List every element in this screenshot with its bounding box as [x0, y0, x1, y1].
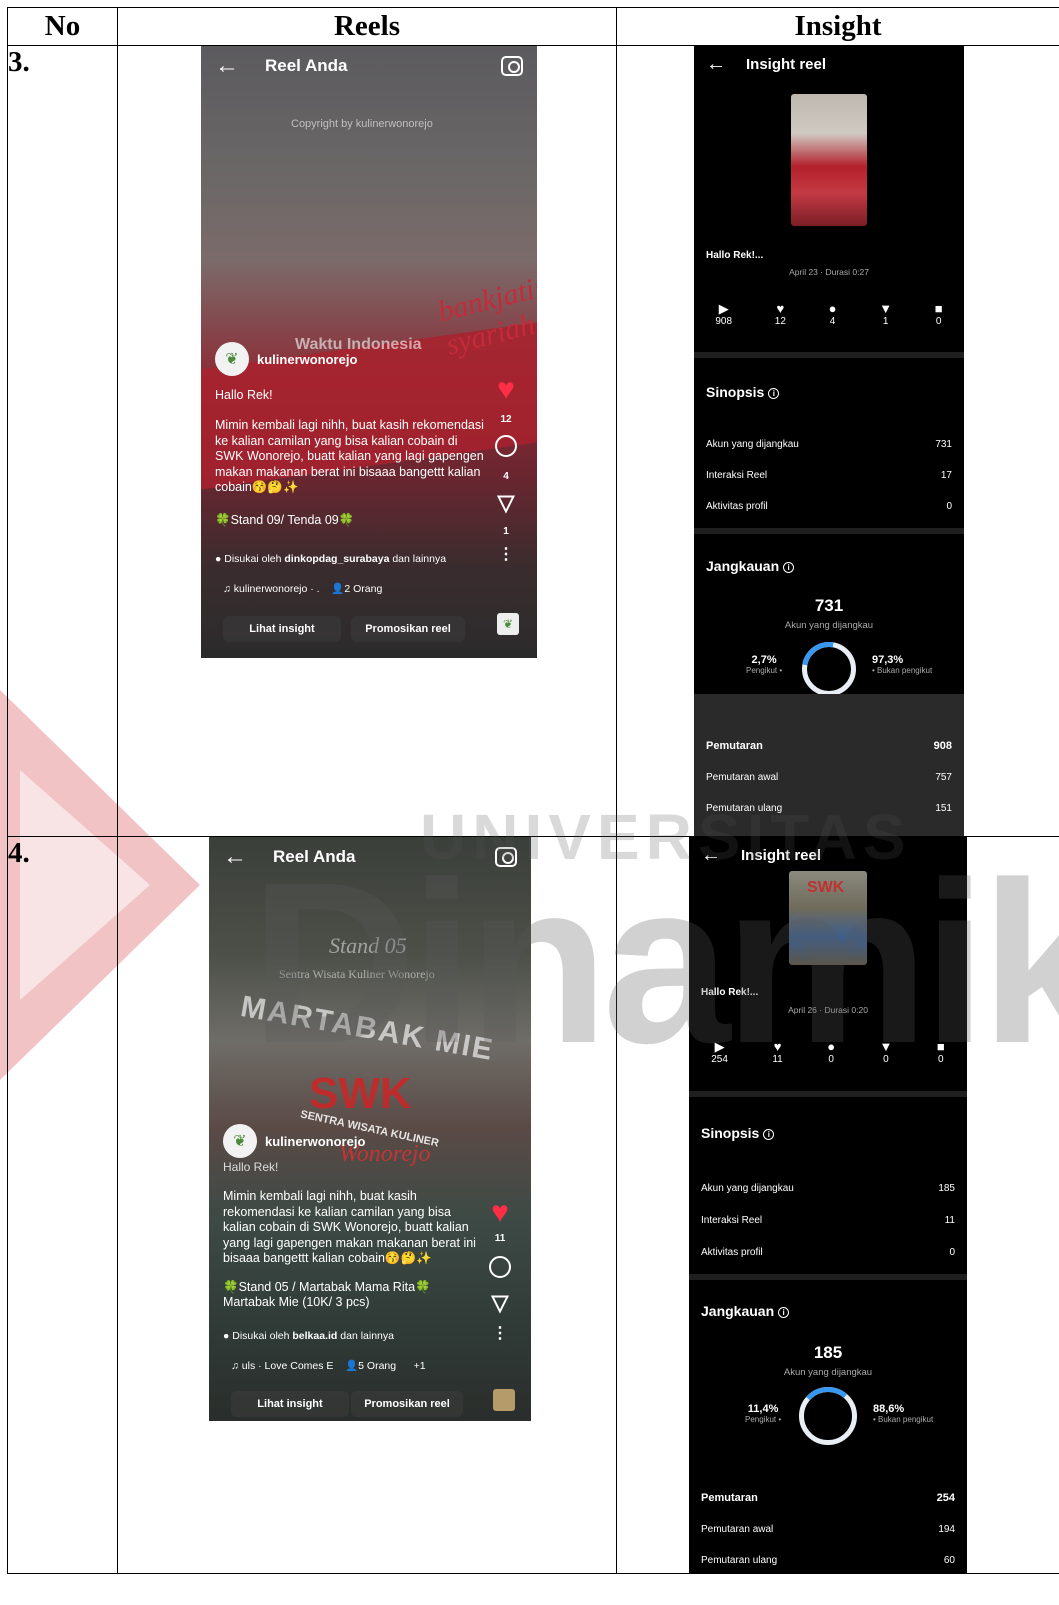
camera-icon[interactable] — [501, 56, 523, 76]
send-icon: ▼ — [879, 301, 893, 316]
audio-row[interactable]: ♫ kulinerwonorejo · . 👤2 Orang — [223, 582, 382, 598]
plays-row: Pemutaran 254 — [701, 1492, 955, 1504]
stand-text: 🍀Stand 05 / Martabak Mama Rita🍀 — [223, 1280, 431, 1294]
jangkauan-title: Jangkauan i — [701, 1303, 790, 1319]
plays-initial-row: Pemutaran awal 194 — [701, 1524, 955, 1535]
plays-replay-row: Pemutaran ulang 60 — [701, 1555, 955, 1566]
comments-count: 4 — [829, 316, 836, 327]
header-no: No — [7, 7, 118, 46]
reach-label: Akun yang dijangkau — [783, 1367, 873, 1378]
more-icon[interactable]: ⋮ — [492, 1326, 508, 1342]
stand-text: 🍀Stand 09/ Tenda 09🍀 — [215, 513, 355, 527]
sinopsis-row: Interaksi Reel 11 — [701, 1215, 955, 1226]
audio-thumb-icon[interactable] — [493, 1389, 515, 1411]
sinopsis-title: Sinopsis i — [706, 384, 780, 400]
info-icon: i — [778, 1307, 790, 1318]
avatar: ❦ — [215, 342, 249, 376]
follower-pct: 11,4% Pengikut • — [745, 1403, 782, 1424]
info-icon: i — [768, 388, 780, 399]
back-arrow-icon[interactable]: ← — [706, 53, 726, 76]
caption-heading: Hallo Rek! — [215, 388, 273, 402]
view-insight-button[interactable]: Lihat insight — [231, 1391, 349, 1417]
sinopsis-row: Aktivitas profil 0 — [706, 501, 952, 512]
stand-menu: Martabak Mie (10K/ 3 pcs) — [223, 1295, 370, 1309]
watermark-dinamika-text: Dinamika — [250, 834, 1059, 1091]
jangkauan-title: Jangkauan i — [706, 558, 795, 574]
reach-value: 731 — [814, 596, 844, 615]
liked-by: ● Disukai oleh dinkopdag_surabaya dan la… — [215, 553, 447, 565]
sinopsis-row: Interaksi Reel 17 — [706, 470, 952, 481]
liked-by: ● Disukai oleh belkaa.id dan lainnya — [223, 1330, 394, 1342]
reel-actions: ♥ 12 4 ▽ 1 ⋮ — [495, 375, 517, 563]
comment-count: 4 — [503, 471, 509, 482]
reel-title: Reel Anda — [265, 56, 348, 75]
plays-row: Pemutaran 908 — [706, 740, 952, 752]
follower-pct: 2,7% Pengikut • — [746, 654, 783, 675]
send-icon[interactable]: ▽ — [492, 1292, 509, 1314]
plays-count: 908 — [715, 316, 733, 327]
sinopsis-row: Akun yang dijangkau 731 — [706, 439, 952, 450]
reel-user[interactable]: ❦ kulinerwonorejo — [215, 342, 357, 376]
insight-screenshot: ← Insight reel Hallo Rek!... April 23 · … — [694, 46, 964, 836]
like-count: 11 — [494, 1233, 506, 1244]
caption-heading: Hallo Rek! — [223, 1160, 279, 1174]
heart-icon[interactable]: ♥ — [491, 1198, 509, 1228]
likes-count: 12 — [774, 316, 786, 327]
copyright-overlay: Copyright by kulinerwonorejo — [291, 118, 433, 130]
comment-icon: ● — [828, 301, 837, 316]
reel-cell: ← Reel Anda Copyright by kulinerwonorejo… — [117, 45, 617, 837]
reel-actions: ♥ 11 ▽ ⋮ — [489, 1198, 511, 1342]
row-number: 4. — [7, 836, 118, 1574]
header-insight: Insight — [616, 7, 1059, 46]
reel-user[interactable]: ❦ kulinerwonorejo — [223, 1124, 365, 1158]
plays-initial-row: Pemutaran awal 757 — [706, 772, 952, 783]
like-count: 12 — [500, 414, 512, 425]
back-arrow-icon[interactable]: ← — [223, 845, 247, 869]
info-icon: i — [763, 1129, 775, 1140]
bookmark-icon: ■ — [934, 301, 943, 316]
sinopsis-row: Akun yang dijangkau 185 — [701, 1183, 955, 1194]
comment-icon[interactable] — [489, 1256, 511, 1278]
insight-date: April 23 · Durasi 0:27 — [789, 267, 869, 277]
share-count: 1 — [503, 526, 509, 537]
follower-arc — [797, 1385, 859, 1447]
reels-insight-table: No Reels Insight 3. ← Reel Anda Copyrigh… — [7, 7, 1059, 1574]
audio-row[interactable]: ♫ uls · Love Comes E 👤5 Orang +1 — [231, 1359, 426, 1375]
shares-count: 1 — [882, 316, 889, 327]
insight-caption: Hallo Rek!... — [706, 250, 764, 261]
play-icon: ▶ — [718, 301, 729, 316]
nonfollower-pct: 97,3% • Bukan pengikut — [872, 654, 933, 675]
stat-row: ▶ 908 ♥ 12 ● 4 ▼ 1 ■ 0 — [694, 301, 964, 327]
back-arrow-icon[interactable]: ← — [215, 54, 239, 78]
reach-label: Akun yang dijangkau — [784, 620, 874, 631]
username: kulinerwonorejo — [265, 1133, 366, 1149]
insight-cell: ← Insight reel Hallo Rek!... April 23 · … — [616, 45, 1059, 837]
reach-value: 185 — [813, 1343, 843, 1362]
row-number: 3. — [7, 45, 118, 837]
reel-thumbnail — [791, 94, 867, 226]
comment-icon[interactable] — [495, 435, 517, 457]
nonfollower-pct: 88,6% • Bukan pengikut — [873, 1403, 934, 1424]
caption-body: Mimin kembali lagi nihh, buat kasih reko… — [215, 418, 484, 494]
audio-thumb-icon[interactable]: ❦ — [497, 613, 519, 635]
heart-icon[interactable]: ♥ — [497, 375, 515, 405]
promote-reel-button[interactable]: Promosikan reel — [351, 1391, 463, 1417]
info-icon: i — [783, 562, 795, 573]
more-icon[interactable]: ⋮ — [498, 547, 514, 563]
header-reels: Reels — [117, 7, 617, 46]
send-icon[interactable]: ▽ — [498, 492, 515, 514]
sinopsis-title: Sinopsis i — [701, 1125, 775, 1141]
saves-count: 0 — [935, 316, 942, 327]
promote-reel-button[interactable]: Promosikan reel — [351, 616, 465, 642]
sinopsis-row: Aktivitas profil 0 — [701, 1247, 955, 1258]
heart-icon: ♥ — [776, 301, 785, 316]
caption-body: Mimin kembali lagi nihh, buat kasih reko… — [223, 1189, 476, 1265]
view-insight-button[interactable]: Lihat insight — [223, 616, 341, 642]
username: kulinerwonorejo — [257, 351, 358, 367]
avatar: ❦ — [223, 1124, 257, 1158]
insight-title: Insight reel — [746, 55, 827, 73]
table-row: 3. ← Reel Anda Copyright by kulinerwonor… — [7, 45, 1059, 837]
reel-screenshot: ← Reel Anda Copyright by kulinerwonorejo… — [201, 46, 537, 658]
